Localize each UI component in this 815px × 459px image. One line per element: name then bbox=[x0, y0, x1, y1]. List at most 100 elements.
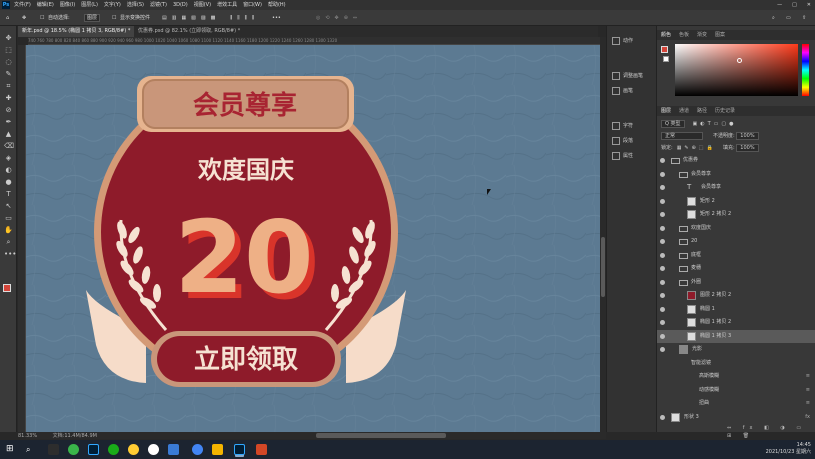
panel-tab[interactable]: 图层 bbox=[661, 108, 671, 114]
visibility-eye-icon[interactable] bbox=[660, 212, 665, 217]
layer-row[interactable]: 图层 2 拷贝 2 bbox=[657, 289, 815, 302]
menu-item[interactable]: 选择(S) bbox=[127, 0, 144, 10]
panel-tab[interactable]: 图案 bbox=[715, 32, 725, 38]
layer-row[interactable]: T 会员尊享 bbox=[657, 181, 815, 194]
eyedropper-tool-icon[interactable]: ⊘ bbox=[4, 106, 13, 115]
lasso-tool-icon[interactable]: ◌ bbox=[4, 58, 13, 67]
visibility-eye-icon[interactable] bbox=[660, 198, 665, 204]
app-icon-green[interactable] bbox=[68, 444, 79, 455]
pen-tool-icon[interactable]: ● bbox=[4, 178, 13, 187]
visibility-eye-icon[interactable] bbox=[660, 347, 665, 352]
mid-panel-item[interactable]: 画笔 bbox=[612, 86, 633, 96]
layer-row[interactable]: 欢度国庆 bbox=[657, 222, 815, 235]
color-picker-field[interactable] bbox=[675, 44, 798, 96]
visibility-eye-icon[interactable] bbox=[660, 239, 665, 244]
auto-select-dropdown[interactable]: 图层 bbox=[84, 14, 101, 22]
visibility-eye-icon[interactable] bbox=[660, 225, 665, 231]
visibility-eye-icon[interactable] bbox=[660, 158, 665, 163]
app-icon-photoshop-active[interactable] bbox=[234, 444, 245, 455]
hue-slider[interactable] bbox=[802, 44, 809, 96]
layer-bottom-buttons[interactable]: ⇔ fx ◧ ◑ ▭ ⊞ 🗑 bbox=[727, 424, 815, 439]
visibility-eye-icon[interactable] bbox=[660, 293, 665, 298]
layer-row[interactable]: 会员尊享 bbox=[657, 168, 815, 181]
layer-row[interactable]: 底框 bbox=[657, 249, 815, 262]
visibility-eye-icon[interactable] bbox=[660, 320, 665, 325]
fill-field[interactable]: 100% bbox=[736, 144, 759, 152]
share-icon[interactable]: ⇪ bbox=[802, 10, 806, 26]
visibility-eye-icon[interactable] bbox=[660, 252, 665, 258]
path-select-tool-icon[interactable]: ↖ bbox=[4, 202, 13, 211]
eraser-tool-icon[interactable]: ⌫ bbox=[4, 142, 14, 151]
mid-panel-item[interactable]: 动作 bbox=[612, 36, 633, 46]
menu-item[interactable]: 图层(L) bbox=[81, 0, 98, 10]
foreground-color-swatch[interactable] bbox=[661, 46, 668, 53]
mid-panel-item[interactable]: 属性 bbox=[612, 151, 633, 161]
layer-row[interactable]: 椭圆 1 拷贝 2 bbox=[657, 316, 815, 329]
visibility-eye-icon[interactable] bbox=[660, 414, 665, 420]
layer-row[interactable]: 20 bbox=[657, 235, 815, 248]
3d-mode-icons[interactable]: ◎⟲✥⊕⇔ bbox=[316, 10, 362, 26]
more-options-icon[interactable]: ••• bbox=[272, 10, 281, 26]
app-icon-wechat[interactable] bbox=[108, 444, 119, 455]
toolbar-foreground-color[interactable] bbox=[3, 284, 11, 292]
visibility-eye-icon[interactable] bbox=[660, 279, 665, 285]
visibility-eye-icon[interactable] bbox=[660, 185, 665, 190]
menu-item[interactable]: 文字(Y) bbox=[104, 0, 121, 10]
panel-tab[interactable]: 通道 bbox=[679, 108, 689, 114]
visibility-eye-icon[interactable] bbox=[660, 306, 665, 312]
brush-tool-icon[interactable]: ✒ bbox=[4, 118, 13, 127]
shape-tool-icon[interactable]: ▭ bbox=[4, 214, 13, 223]
color-picker-marker[interactable] bbox=[737, 58, 742, 63]
layer-row[interactable]: 椭圆 1 bbox=[657, 303, 815, 316]
workspace-icon[interactable]: ▭ bbox=[786, 10, 791, 26]
search-taskbar-icon[interactable]: ⌕ bbox=[26, 444, 37, 455]
align-buttons[interactable]: ▤▥▦▧▨▩ bbox=[162, 10, 220, 26]
window-control-button[interactable]: ✕ bbox=[807, 0, 811, 10]
lock-icons[interactable]: ▦✎⊕⬚🔒 bbox=[677, 145, 716, 151]
layer-row[interactable]: 矩形 2 bbox=[657, 195, 815, 208]
visibility-eye-icon[interactable] bbox=[660, 171, 665, 177]
panel-tab[interactable]: 渐变 bbox=[697, 32, 707, 38]
layer-row[interactable]: 椭圆 1 拷贝 3 bbox=[657, 329, 815, 343]
crop-tool-icon[interactable]: ⌗ bbox=[4, 82, 13, 91]
dodge-tool-icon[interactable]: ◐ bbox=[4, 166, 13, 175]
app-icon-wps[interactable] bbox=[256, 444, 267, 455]
search-icon[interactable]: ⌕ bbox=[772, 10, 775, 26]
document-canvas[interactable]: 会员尊享 欢度国庆 20 20 立即领取 bbox=[26, 45, 600, 432]
move-tool-icon[interactable]: ✥ bbox=[4, 34, 13, 43]
menu-item[interactable]: 帮助(H) bbox=[268, 0, 286, 10]
app-icon-chrome[interactable] bbox=[192, 444, 203, 455]
layer-row[interactable]: 矩形 2 拷贝 2 bbox=[657, 208, 815, 221]
move-tool-icon[interactable]: ✥ bbox=[22, 10, 26, 26]
zoom-level[interactable]: 81.33% bbox=[18, 433, 37, 439]
app-icon-photoshop[interactable] bbox=[88, 444, 99, 455]
marquee-tool-icon[interactable]: ⬚ bbox=[4, 46, 13, 55]
distribute-buttons[interactable]: ⫼⫼⫼⫼ bbox=[230, 10, 259, 26]
panel-tab[interactable]: 色板 bbox=[679, 32, 689, 38]
layer-row[interactable]: 智能滤镜 bbox=[657, 357, 815, 370]
layer-row[interactable]: 优惠券 bbox=[657, 154, 815, 167]
visibility-eye-icon[interactable] bbox=[660, 266, 665, 271]
show-transform-checkbox[interactable]: ☐ bbox=[112, 10, 116, 26]
type-tool-icon[interactable]: T bbox=[4, 190, 13, 199]
background-color-swatch[interactable] bbox=[663, 56, 669, 62]
mid-panel-item[interactable]: 段落 bbox=[612, 136, 633, 146]
app-icon-white[interactable] bbox=[148, 444, 159, 455]
layer-filter-icons[interactable]: ▣◐T▭▢● bbox=[693, 121, 737, 127]
quick-select-tool-icon[interactable]: ✎ bbox=[4, 70, 13, 79]
layer-row[interactable]: 动感模糊 ≡ bbox=[657, 384, 815, 397]
hand-tool-icon[interactable]: ✋ bbox=[4, 226, 13, 235]
panel-tab[interactable]: 颜色 bbox=[661, 32, 671, 38]
layer-filter-kind[interactable]: Q 类型 bbox=[661, 120, 685, 128]
blend-mode-dropdown[interactable]: 正常 bbox=[661, 132, 703, 140]
zoom-tool-icon[interactable]: ⌕ bbox=[4, 238, 13, 247]
more-tool-icon[interactable]: ••• bbox=[4, 250, 16, 259]
tab-active-document[interactable]: 新年.psd @ 18.5% (椭圆 1 拷贝 3, RGB/8#) * bbox=[18, 26, 135, 37]
menu-item[interactable]: 窗口(W) bbox=[243, 0, 262, 10]
horizontal-scroll-thumb[interactable] bbox=[316, 433, 446, 438]
layer-row[interactable]: 扭曲 ≡ bbox=[657, 397, 815, 410]
menu-item[interactable]: 3D(D) bbox=[173, 0, 188, 10]
menu-item[interactable]: 图像(I) bbox=[60, 0, 75, 10]
window-control-button[interactable]: — bbox=[777, 0, 782, 10]
gradient-tool-icon[interactable]: ◈ bbox=[4, 154, 13, 163]
